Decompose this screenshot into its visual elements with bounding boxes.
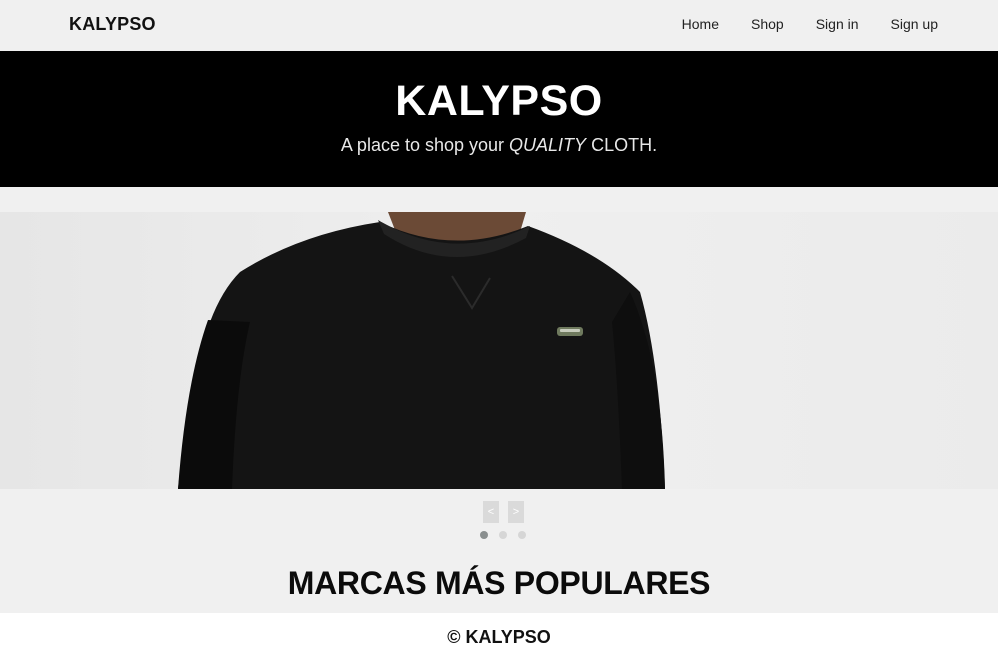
nav-link-sign-in[interactable]: Sign in: [816, 16, 859, 32]
carousel-slide: [0, 212, 998, 489]
black-sweatshirt-photo: [0, 212, 998, 489]
carousel-indicators: [480, 531, 537, 539]
carousel-controls: < >: [483, 501, 533, 523]
carousel-dot-1[interactable]: [480, 531, 488, 539]
top-navbar: KALYPSO Home Shop Sign in Sign up: [0, 0, 998, 51]
hero-banner: KALYPSO A place to shop your QUALITY CLO…: [0, 51, 998, 187]
footer-copyright: © KALYPSO: [447, 627, 551, 647]
footer: © KALYPSO: [0, 613, 998, 661]
hero-subtitle-suffix: CLOTH.: [586, 135, 658, 155]
hero-subtitle: A place to shop your QUALITY CLOTH.: [0, 135, 998, 156]
nav-link-home[interactable]: Home: [682, 16, 719, 32]
carousel-prev-button[interactable]: <: [483, 501, 499, 523]
carousel-dot-3[interactable]: [518, 531, 526, 539]
nav-link-sign-up[interactable]: Sign up: [891, 16, 938, 32]
hero-title: KALYPSO: [395, 77, 603, 125]
nav-link-shop[interactable]: Shop: [751, 16, 784, 32]
nav-links: Home Shop Sign in Sign up: [650, 16, 938, 32]
carousel-dot-2[interactable]: [499, 531, 507, 539]
carousel-next-button[interactable]: >: [508, 501, 524, 523]
brand-logo[interactable]: KALYPSO: [69, 14, 156, 35]
hero-subtitle-emphasis: QUALITY: [509, 135, 587, 155]
popular-brands-heading: MARCAS MÁS POPULARES: [287, 565, 711, 601]
hero-subtitle-prefix: A place to shop your: [340, 135, 510, 155]
